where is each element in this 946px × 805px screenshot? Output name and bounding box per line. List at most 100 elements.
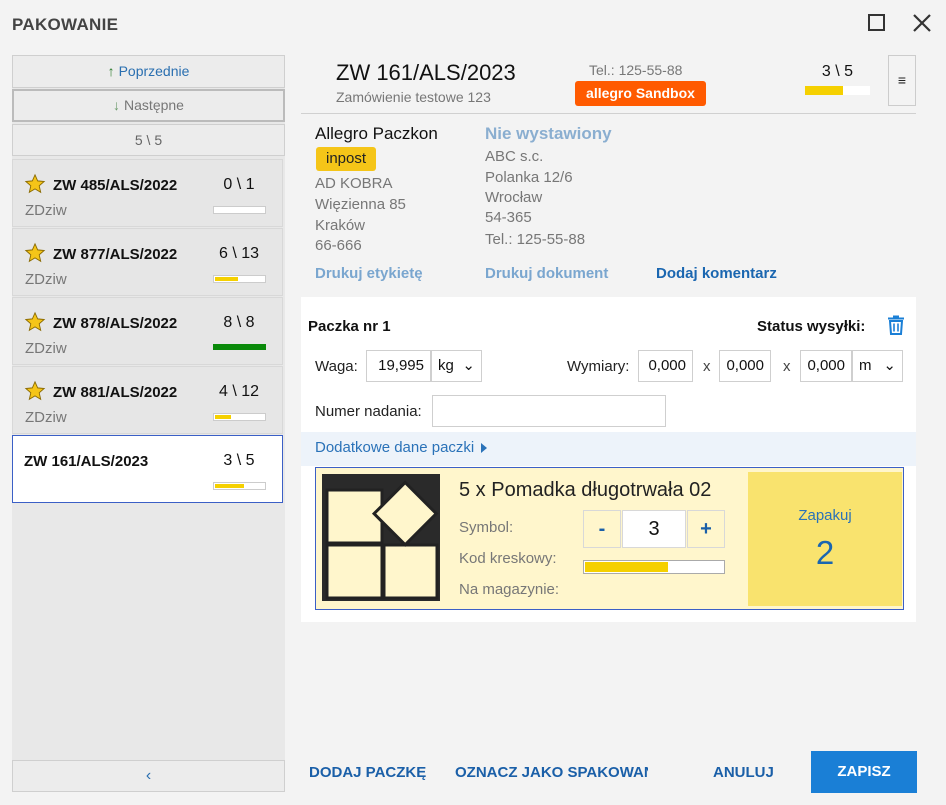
caret-right-icon — [481, 443, 488, 454]
order-progress-bar — [213, 206, 266, 214]
close-icon — [913, 14, 931, 32]
star-icon — [24, 380, 46, 401]
order-count: 8 \ 8 — [223, 314, 255, 331]
orders-sidebar: ↑ Poprzednie ↓ Następne 5 \ 5 ZW 485/ALS/2… — [12, 55, 285, 792]
order-user: ZDziw — [25, 409, 67, 426]
progress-fill — [215, 277, 238, 281]
carrier-name: Allegro Paczkon — [315, 124, 438, 143]
star-icon — [24, 242, 46, 263]
progress-fill — [215, 415, 231, 419]
symbol-label: Symbol: — [459, 519, 514, 536]
order-count: 0 \ 1 — [223, 176, 255, 193]
extra-data-link[interactable]: Dodatkowe dane paczki — [315, 439, 488, 456]
order-progress-bar — [213, 482, 266, 490]
pack-label: Zapakuj — [798, 507, 852, 524]
arrow-up-icon: ↑ — [107, 63, 115, 79]
weight-label: Waga: — [315, 358, 358, 375]
order-id: ZW 878/ALS/2022 — [53, 315, 178, 332]
order-list-item[interactable]: ZW 877/ALS/2022 6 \ 13 ZDziw — [12, 228, 283, 296]
package-panel: Paczka nr 1 Status wysyłki: Waga: 19,995… — [301, 297, 916, 622]
trash-icon[interactable] — [887, 315, 905, 335]
order-progress-bar — [213, 275, 266, 283]
source-badge: allegro Sandbox — [575, 81, 706, 106]
dimension-separator: x — [783, 358, 791, 375]
order-title: ZW 161/ALS/2023 — [336, 60, 516, 85]
mark-packed-button[interactable]: OZNACZ JAKO SPAKOWANE — [455, 764, 648, 781]
collapse-sidebar-button[interactable]: ‹ — [12, 760, 285, 792]
invoice-address-line: Tel.: 125-55-88 — [485, 231, 586, 248]
order-count: 4 \ 12 — [218, 383, 260, 400]
barcode-label: Kod kreskowy: — [459, 550, 557, 567]
print-document-link[interactable]: Drukuj dokument — [485, 265, 608, 282]
order-list-item[interactable]: ZW 878/ALS/2022 8 \ 8 ZDziw — [12, 297, 283, 365]
order-counter: 5 \ 5 — [12, 124, 285, 156]
print-label-link[interactable]: Drukuj etykietę — [315, 265, 423, 282]
order-list-item-active[interactable]: ZW 161/ALS/2023 3 \ 5 — [12, 435, 283, 503]
dimension-3-input[interactable]: 0,000 — [800, 350, 852, 382]
dimension-2-input[interactable]: 0,000 — [719, 350, 771, 382]
increase-quantity-button[interactable]: + — [687, 510, 725, 548]
weight-unit-select[interactable]: kg ⌄ — [431, 350, 482, 382]
maximize-icon — [868, 14, 885, 31]
title-bar: PAKOWANIE — [0, 0, 946, 50]
order-id: ZW 881/ALS/2022 — [53, 384, 178, 401]
chevron-down-icon: ⌄ — [462, 357, 475, 374]
maximize-button[interactable] — [866, 12, 888, 34]
order-count: 6 \ 13 — [218, 245, 260, 262]
divider — [301, 113, 916, 114]
invoice-status: Nie wystawiony — [485, 124, 612, 143]
progress-fill — [585, 562, 668, 572]
weight-unit-value: kg — [438, 357, 454, 374]
dimension-1-input[interactable]: 0,000 — [638, 350, 693, 382]
dimension-separator: x — [703, 358, 711, 375]
extra-data-label: Dodatkowe dane paczki — [315, 439, 475, 456]
progress-fill — [214, 345, 263, 349]
chevron-left-icon: ‹ — [145, 767, 152, 784]
invoice-address-line: Wrocław — [485, 189, 543, 206]
shipping-address-line: Więzienna 85 — [315, 196, 406, 213]
pack-button[interactable]: Zapakuj 2 — [748, 472, 902, 606]
order-id: ZW 877/ALS/2022 — [53, 246, 178, 263]
weight-input[interactable]: 19,995 — [366, 350, 431, 382]
order-count: 3 \ 5 — [223, 452, 255, 469]
header-progress-bar — [805, 86, 870, 95]
arrow-down-icon: ↓ — [113, 97, 121, 113]
order-list-item[interactable]: ZW 485/ALS/2022 0 \ 1 ZDziw — [12, 159, 283, 227]
cancel-button[interactable]: ANULUJ — [713, 764, 774, 781]
close-button[interactable] — [911, 12, 933, 34]
decrease-quantity-button[interactable]: - — [583, 510, 621, 548]
carrier-badge: inpost — [316, 147, 376, 171]
chevron-down-icon: ⌄ — [883, 357, 896, 374]
dimension-unit-value: m — [859, 357, 872, 374]
pack-remaining-count: 2 — [815, 534, 835, 571]
order-id: ZW 161/ALS/2023 — [24, 453, 149, 470]
invoice-address-line: 54-365 — [485, 209, 532, 226]
previous-label: Poprzednie — [118, 63, 190, 79]
save-button[interactable]: ZAPISZ — [811, 751, 917, 793]
order-subtitle: Zamówienie testowe 123 — [336, 89, 491, 105]
next-button[interactable]: ↓ Następne — [12, 89, 285, 122]
star-icon — [24, 173, 46, 194]
add-package-button[interactable]: DODAJ PACZKĘ — [309, 764, 426, 781]
invoice-address-line: Polanka 12/6 — [485, 169, 573, 186]
package-title: Paczka nr 1 — [308, 318, 391, 335]
extra-data-row: Dodatkowe dane paczki — [301, 432, 916, 466]
order-user: ZDziw — [25, 340, 67, 357]
stock-label: Na magazynie: — [459, 581, 560, 598]
package-item: 5 x Pomadka długotrwała 02 Symbol: Kod k… — [315, 467, 904, 610]
tracking-number-input[interactable] — [432, 395, 666, 427]
add-comment-link[interactable]: Dodaj komentarz — [656, 265, 777, 282]
dimension-unit-select[interactable]: m ⌄ — [852, 350, 903, 382]
item-progress-bar — [583, 560, 725, 574]
order-progress-bar — [213, 344, 266, 350]
shipping-address-line: AD KOBRA — [315, 175, 393, 192]
hamburger-icon: ≡ — [897, 72, 907, 88]
quantity-input[interactable]: 3 — [622, 510, 686, 548]
star-icon — [24, 311, 46, 332]
shipping-status-label: Status wysyłki: — [757, 318, 866, 335]
progress-fill — [215, 484, 244, 488]
previous-button[interactable]: ↑ Poprzednie — [12, 55, 285, 88]
order-list-item[interactable]: ZW 881/ALS/2022 4 \ 12 ZDziw — [12, 366, 283, 434]
menu-button[interactable]: ≡ — [888, 55, 916, 106]
shipping-address-line: 66-666 — [315, 237, 362, 254]
